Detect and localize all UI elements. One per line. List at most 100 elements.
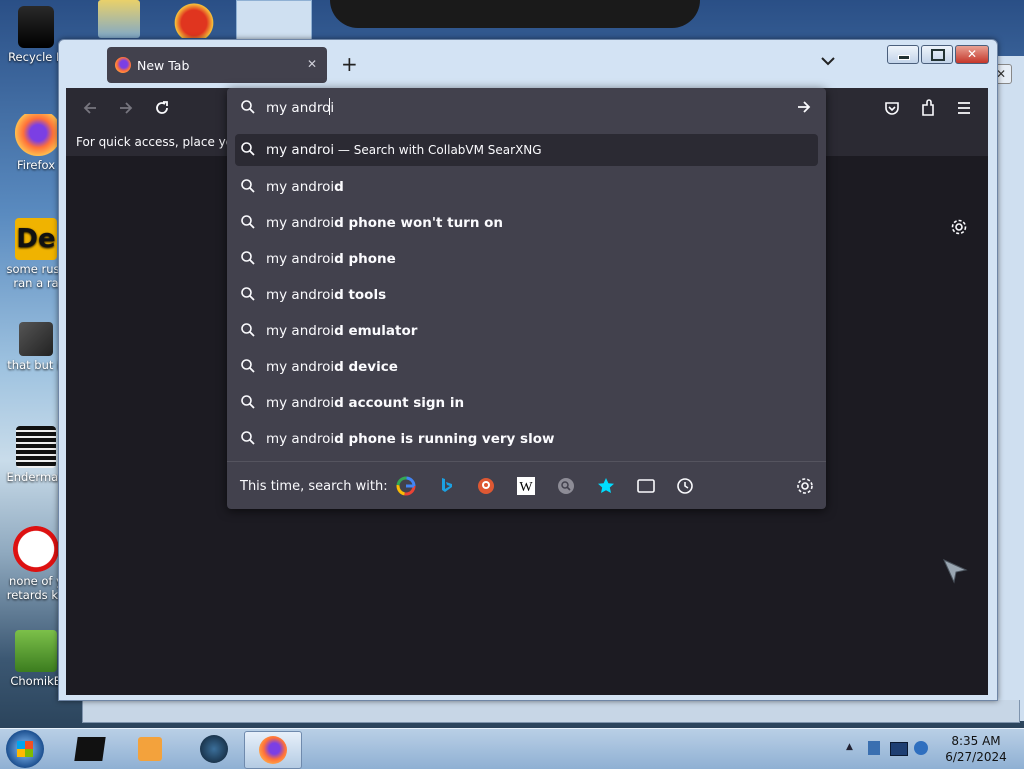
top-dark-shape (330, 0, 700, 28)
windows-logo-icon (17, 741, 33, 757)
suggestion-completion: d phone (334, 251, 396, 267)
suggestion-row[interactable]: my android (235, 171, 818, 203)
red-creature-icon (13, 526, 59, 572)
suggestion-typed: my androi (266, 179, 335, 195)
text-cursor (329, 98, 330, 115)
wikipedia-icon[interactable]: W (514, 474, 538, 498)
one-off-search-bar: This time, search with: W (227, 461, 826, 510)
taskbar-app-media[interactable] (122, 731, 178, 767)
tab-close-icon[interactable]: ✕ (307, 57, 317, 71)
desktop-icon-firefox[interactable]: Firefox (6, 114, 66, 172)
recycle-bin-icon (18, 6, 54, 48)
tab-title: New Tab (137, 58, 190, 73)
globe-icon (200, 735, 228, 763)
suggestion-typed: my androi (266, 215, 335, 231)
search-icon (241, 359, 255, 373)
suggestion-row[interactable]: my android phone (235, 243, 818, 275)
chomikbox-icon (15, 630, 57, 672)
close-icon: ✕ (966, 47, 978, 61)
desktop-icon-recycle-bin[interactable]: Recycle B (6, 6, 66, 64)
search-icon (241, 215, 255, 229)
duckduckgo-icon[interactable] (474, 474, 498, 498)
google-icon[interactable] (394, 474, 418, 498)
firefox-icon (15, 114, 57, 156)
taskbar-app-black-box[interactable] (62, 731, 118, 767)
desktop-icon-ransomware[interactable]: De some russ ran a ra (6, 218, 66, 290)
urlbar-input[interactable]: my androi (227, 88, 826, 126)
extensions-icon[interactable] (920, 99, 936, 117)
firefox-icon (259, 736, 287, 764)
suggestion-completion: d (334, 179, 344, 195)
svg-text:W: W (519, 480, 533, 495)
history-clock-icon[interactable] (673, 474, 697, 498)
suggestion-completion: d device (334, 359, 398, 375)
urlbar-dropdown: my androi my androi — Search with Collab… (227, 88, 826, 509)
suggestion-row[interactable]: my android emulator (235, 315, 818, 347)
suggestion-typed: my androi (266, 431, 335, 447)
taskbar: ▲ 8:35 AM 6/27/2024 (0, 728, 1024, 769)
search-icon (241, 251, 255, 265)
minimize-icon (898, 55, 910, 60)
minimize-button[interactable] (887, 45, 919, 64)
suggestion-completion: d emulator (334, 323, 418, 339)
suggestion-row[interactable]: my android phone is running very slow (235, 423, 818, 455)
searxng-icon[interactable] (554, 474, 578, 498)
desktop-icon-none-of[interactable]: none of y retards kn (6, 526, 66, 602)
desktop-icon-enderman[interactable]: Enderman (6, 426, 66, 484)
search-icon (241, 179, 255, 193)
reload-icon[interactable] (154, 100, 170, 116)
suggestion-row[interactable]: my android account sign in (235, 387, 818, 419)
top-partial-icon-2[interactable] (172, 0, 216, 38)
suggestion-typed: my androi (266, 323, 335, 339)
de-logo-icon: De (15, 218, 57, 260)
search-icon (241, 323, 255, 337)
search-icon (241, 287, 255, 301)
suggestion-note: Search with CollabVM SearXNG (353, 143, 542, 157)
taskbar-app-dark-globe[interactable] (186, 731, 242, 767)
search-icon (241, 100, 255, 114)
top-partial-icon-1[interactable] (98, 0, 140, 38)
top-partial-icon-3[interactable] (236, 0, 312, 40)
back-icon[interactable] (82, 100, 98, 116)
clock[interactable]: 8:35 AM 6/27/2024 (940, 733, 1012, 765)
restore-button[interactable] (921, 45, 953, 64)
close-window-button[interactable]: ✕ (955, 45, 989, 64)
tray-icon-display[interactable] (890, 742, 908, 756)
suggestion-typed: my androi (266, 395, 335, 411)
new-tab-settings-icon[interactable] (950, 218, 968, 236)
search-settings-icon[interactable] (793, 474, 817, 498)
start-button[interactable] (6, 730, 44, 768)
bookmarks-star-icon[interactable] (594, 474, 618, 498)
taskbar-app-firefox[interactable] (244, 731, 302, 769)
tabs-icon[interactable] (634, 474, 658, 498)
suggestion-row[interactable]: my android phone won't turn on (235, 207, 818, 239)
black-box-icon (74, 737, 106, 761)
clock-time: 8:35 AM (951, 734, 1001, 748)
suggestion-searxng[interactable]: my androi — Search with CollabVM SearXNG (235, 134, 818, 166)
tray-icon-1[interactable] (868, 741, 880, 755)
mouse-cursor-icon (942, 558, 968, 584)
background-window-bottom (82, 700, 1020, 723)
document-lines-icon (16, 426, 56, 468)
suggestion-row[interactable]: my android tools (235, 279, 818, 311)
pocket-icon[interactable] (884, 100, 900, 116)
list-all-tabs-icon[interactable] (821, 56, 835, 66)
suggestion-completion: d account sign in (334, 395, 465, 411)
urlbar-value: my androi (266, 100, 335, 116)
desktop-icon-that-but[interactable]: that but it (6, 322, 66, 372)
stacked-windows-icon (19, 322, 53, 356)
tab-new-tab[interactable]: New Tab ✕ (107, 47, 327, 83)
bing-icon[interactable] (434, 474, 458, 498)
suggestion-row[interactable]: my android device (235, 351, 818, 383)
menu-icon[interactable] (956, 100, 972, 116)
new-tab-button[interactable]: + (341, 52, 358, 76)
search-icon (241, 395, 255, 409)
desktop-icon-chomikbox[interactable]: ChomikB (6, 630, 66, 688)
forward-icon[interactable] (118, 100, 134, 116)
tray-icon-network[interactable] (914, 741, 928, 755)
suggestion-typed: my androi (266, 359, 335, 375)
search-icon (241, 142, 255, 156)
show-hidden-icons-icon[interactable]: ▲ (846, 742, 853, 752)
search-icon (241, 431, 255, 445)
go-arrow-icon[interactable] (796, 99, 812, 115)
